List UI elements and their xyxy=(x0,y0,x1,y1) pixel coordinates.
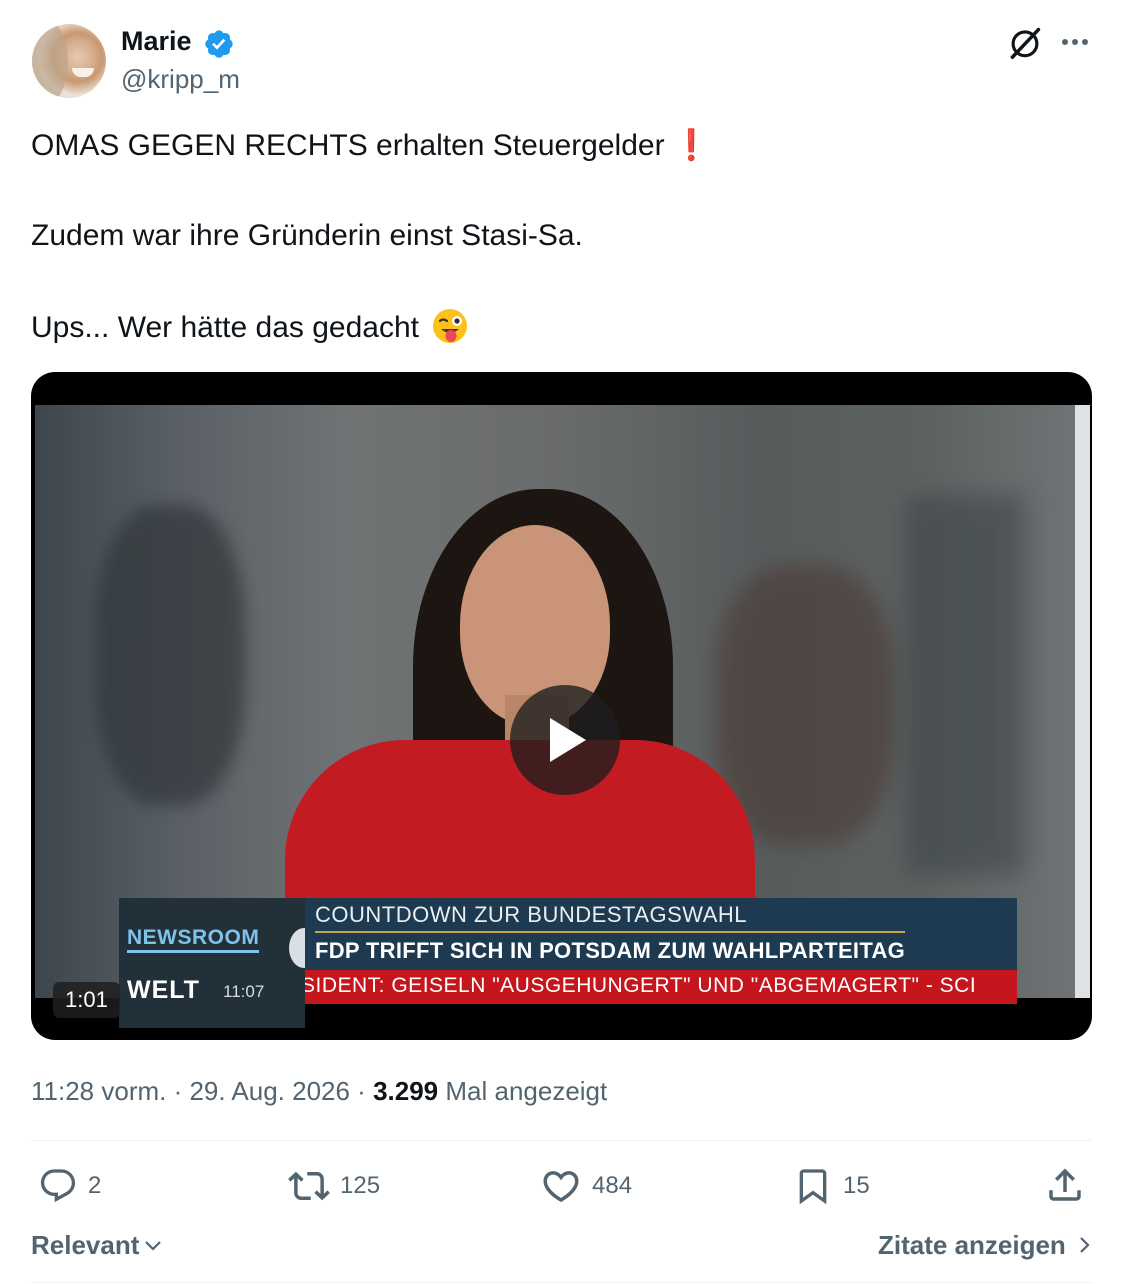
lower-third-subline: FDP TRIFFT SICH IN POTSDAM ZUM WAHLPARTE… xyxy=(315,938,906,963)
reply-count: 2 xyxy=(88,1172,102,1199)
video-frame: NEWSROOM WELT 11:07 COUNTDOWN ZUR BUNDES… xyxy=(35,405,1075,1028)
tweet-line-3-text: Ups... Wer hätte das gedacht xyxy=(31,311,419,344)
lower-third-rule xyxy=(315,931,905,933)
reply-icon xyxy=(40,1169,76,1203)
bookmark-icon xyxy=(799,1169,827,1205)
bookmark-count: 15 xyxy=(843,1172,870,1199)
exclamation-emoji: ❗ xyxy=(672,128,711,163)
sort-label: Relevant xyxy=(31,1230,140,1260)
news-ticker: SIDENT: GEISELN "AUSGEHUNGERT" UND "ABGE… xyxy=(305,970,1017,1004)
bookmark-button[interactable]: 15 xyxy=(793,1164,870,1208)
avatar-smile xyxy=(72,68,94,77)
tweet-text-line-2: Zudem war ihre Gründerin einst Stasi-Sa. xyxy=(31,219,583,252)
repost-count: 125 xyxy=(340,1172,381,1199)
play-button[interactable] xyxy=(510,685,620,795)
background-blur xyxy=(905,495,1025,875)
like-count: 484 xyxy=(592,1172,633,1199)
tweet-timestamp[interactable]: 11:28 vorm. · 29. Aug. 2026 · xyxy=(31,1076,373,1106)
lower-third-headline: COUNTDOWN ZUR BUNDESTAGSWAHL xyxy=(315,902,747,927)
like-button[interactable]: 484 xyxy=(540,1164,632,1208)
divider xyxy=(31,1140,1092,1141)
show-quotes-label: Zitate anzeigen xyxy=(878,1230,1066,1260)
author-name[interactable]: Marie xyxy=(121,24,192,58)
background-person xyxy=(95,505,245,805)
repost-icon xyxy=(288,1171,330,1201)
chevron-down-icon xyxy=(145,1241,162,1251)
view-count: 3.299 xyxy=(373,1076,439,1106)
play-icon xyxy=(550,718,586,762)
tweet-meta: 11:28 vorm. · 29. Aug. 2026 · 3.299 Mal … xyxy=(31,1074,607,1108)
author-handle[interactable]: @kripp_m xyxy=(121,62,240,96)
news-ticker-text: SIDENT: GEISELN "AUSGEHUNGERT" UND "ABGE… xyxy=(305,974,977,997)
video-player[interactable]: NEWSROOM WELT 11:07 COUNTDOWN ZUR BUNDES… xyxy=(31,372,1092,1040)
show-quotes-link[interactable]: Zitate anzeigen xyxy=(878,1228,1096,1262)
lower-third-channel: WELT xyxy=(127,976,200,1004)
winking-tongue-emoji-icon xyxy=(433,309,468,343)
grok-icon[interactable] xyxy=(1006,24,1044,62)
divider xyxy=(31,1282,1092,1283)
tweet-line-1-text: OMAS GEGEN RECHTS erhalten Steuergelder xyxy=(31,129,665,162)
lower-third-brand: NEWSROOM WELT 11:07 xyxy=(119,898,319,1028)
repost-button[interactable]: 125 xyxy=(288,1164,380,1208)
lower-third-headline-box: COUNTDOWN ZUR BUNDESTAGSWAHL FDP TRIFFT … xyxy=(305,898,1017,970)
avatar-hair xyxy=(32,24,68,98)
lower-third-show: NEWSROOM xyxy=(127,926,260,953)
tweet-text-line-3: Ups... Wer hätte das gedacht 😜 xyxy=(31,307,469,347)
chevron-right-icon xyxy=(1080,1237,1090,1253)
verified-badge-icon xyxy=(205,30,233,58)
background-blur xyxy=(715,565,895,845)
sort-dropdown[interactable]: Relevant xyxy=(31,1228,165,1262)
reply-button[interactable]: 2 xyxy=(38,1164,101,1208)
more-icon[interactable] xyxy=(1058,28,1092,56)
share-icon[interactable] xyxy=(1044,1164,1086,1206)
video-frame-edge xyxy=(1075,405,1090,998)
avatar[interactable] xyxy=(32,24,106,98)
video-duration: 1:01 xyxy=(53,982,120,1018)
tweet-text-line-1: OMAS GEGEN RECHTS erhalten Steuergelder … xyxy=(31,127,710,165)
like-icon xyxy=(543,1171,579,1203)
lower-third-time: 11:07 xyxy=(223,982,265,1001)
view-count-label: Mal angezeigt xyxy=(438,1076,608,1106)
